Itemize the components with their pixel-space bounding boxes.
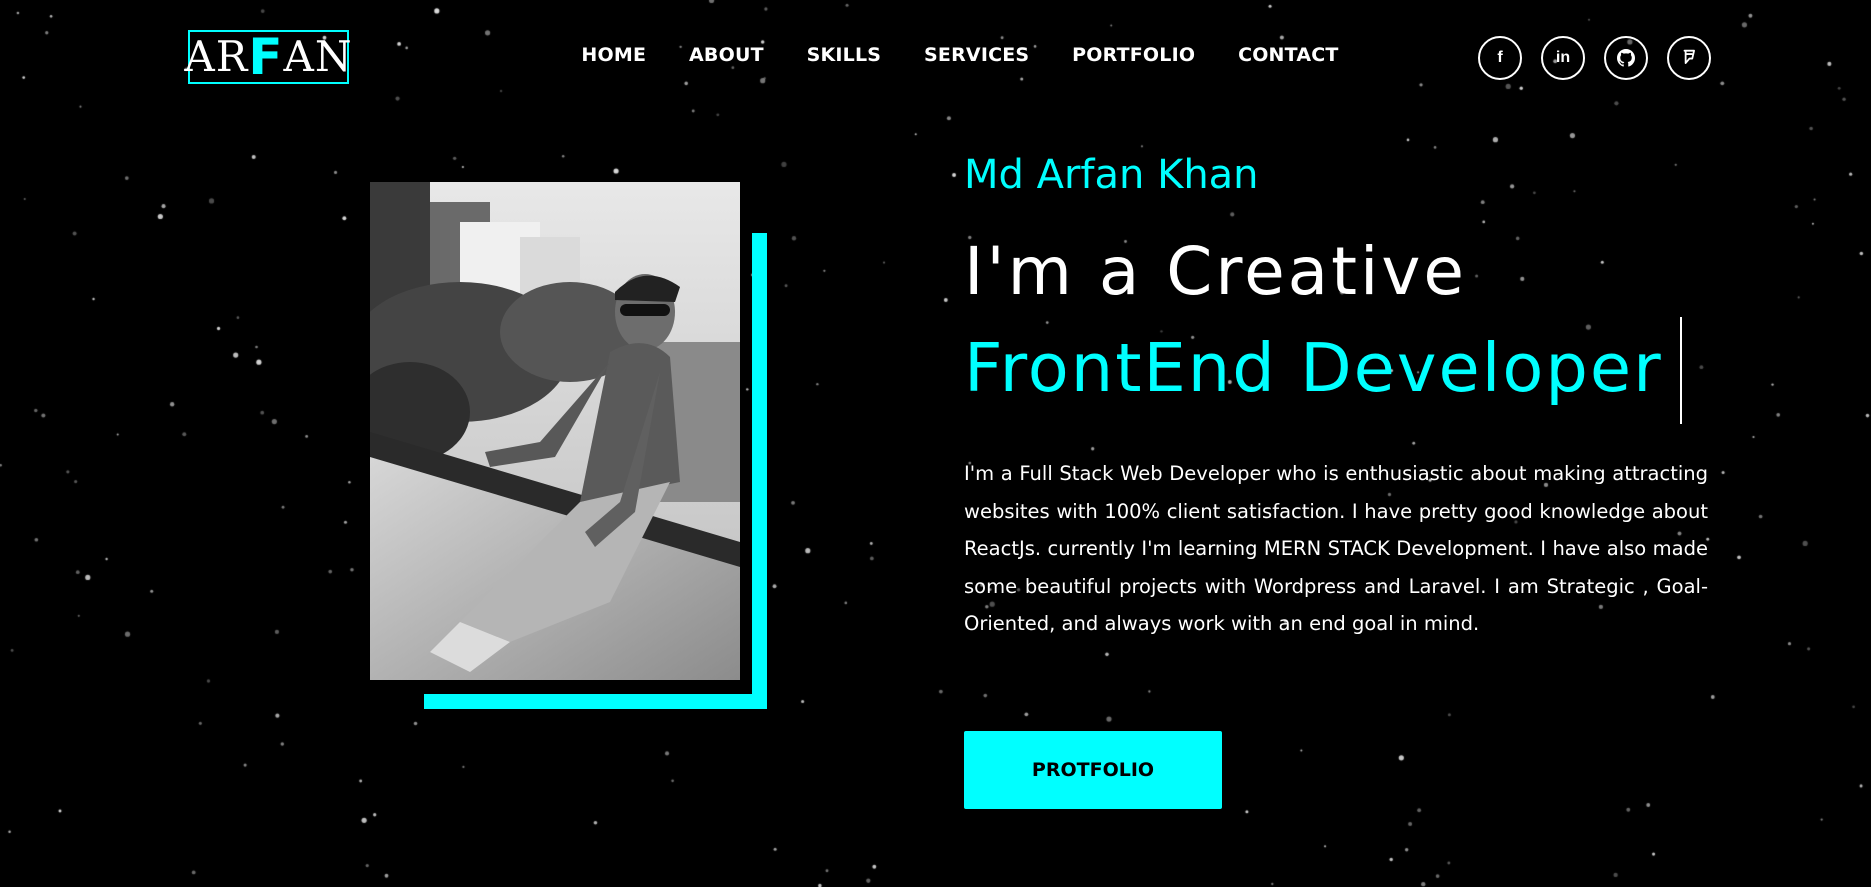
github-icon	[1617, 49, 1635, 67]
nav-contact[interactable]: CONTACT	[1238, 44, 1339, 66]
main-nav: HOME ABOUT SKILLS SERVICES PORTFOLIO CON…	[560, 44, 1360, 66]
profile-photo	[370, 182, 740, 680]
site-logo[interactable]: AR F AN	[184, 28, 352, 86]
hero-heading-line1: I'm a Creative	[964, 233, 1468, 310]
portfolio-button[interactable]: PROTFOLIO	[964, 731, 1222, 809]
foursquare-icon	[1683, 49, 1695, 64]
nav-about[interactable]: ABOUT	[689, 44, 764, 66]
github-link[interactable]	[1604, 36, 1648, 80]
hero-heading-line2: FrontEnd Developer	[964, 329, 1663, 407]
linkedin-icon: in	[1555, 49, 1571, 66]
linkedin-link[interactable]: in	[1541, 36, 1585, 80]
typing-cursor	[1680, 317, 1682, 424]
nav-portfolio[interactable]: PORTFOLIO	[1072, 44, 1195, 66]
logo-text-end: AN	[283, 32, 353, 81]
starfield-background	[0, 0, 1871, 887]
logo-text-accent: F	[248, 28, 284, 86]
nav-skills[interactable]: SKILLS	[807, 44, 882, 66]
facebook-link[interactable]: f	[1478, 36, 1522, 80]
hero-name: Md Arfan Khan	[964, 152, 1259, 198]
hero-description: I'm a Full Stack Web Developer who is en…	[964, 462, 1708, 635]
nav-home[interactable]: HOME	[581, 44, 646, 66]
nav-services[interactable]: SERVICES	[924, 44, 1029, 66]
social-links: f in	[1478, 36, 1711, 80]
logo-text-start: AR	[184, 32, 249, 81]
foursquare-link[interactable]	[1667, 36, 1711, 80]
facebook-icon: f	[1497, 49, 1503, 66]
photo-accent-frame-vertical	[752, 233, 767, 709]
photo-accent-frame-horizontal	[424, 694, 767, 709]
